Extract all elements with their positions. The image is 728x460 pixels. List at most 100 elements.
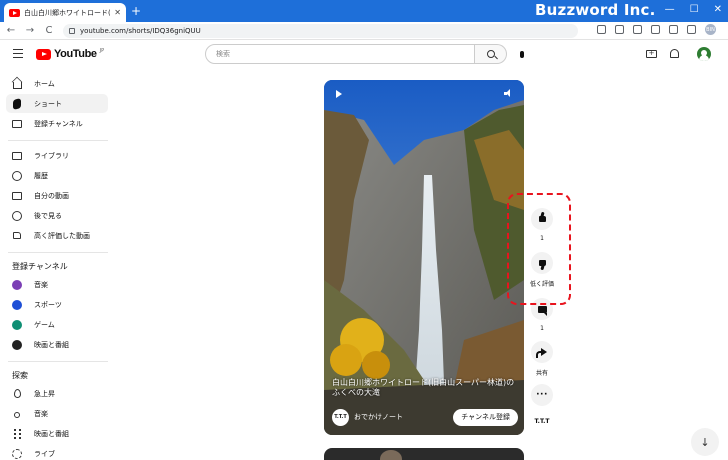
search-icon	[486, 50, 495, 58]
subscriptions-icon	[12, 119, 22, 129]
sidebar-item-shorts[interactable]: ショート	[6, 94, 108, 113]
sidebar-item-music[interactable]: 音楽	[6, 404, 108, 423]
install-icon[interactable]	[597, 25, 606, 34]
watermark: Buzzword Inc.	[535, 1, 656, 19]
sidebar-item-subscriptions[interactable]: 登録チャンネル	[6, 114, 108, 133]
sidebar-item-channel-movies[interactable]: 映画と番組	[6, 335, 108, 354]
bookmark-star-icon[interactable]	[633, 25, 642, 34]
sidebar-item-channel-sports[interactable]: スポーツ	[6, 295, 108, 314]
reload-button[interactable]: C	[41, 25, 57, 36]
browser-profile-avatar[interactable]: BIN	[705, 24, 716, 35]
sidebar-divider	[8, 252, 108, 253]
play-icon[interactable]	[336, 90, 342, 98]
more-action: ···	[531, 384, 553, 406]
sidebar-divider	[8, 140, 108, 141]
live-icon	[12, 448, 22, 459]
search-button[interactable]	[475, 44, 507, 64]
channel-avatar	[12, 319, 22, 330]
youtube-masthead: YouTube JP 検索 +	[0, 40, 728, 70]
share-page-icon[interactable]	[615, 25, 624, 34]
sidebar-item-label: 音楽	[34, 280, 48, 289]
more-options-button[interactable]: ···	[531, 384, 553, 406]
comment-count: 1	[540, 325, 544, 332]
youtube-logo[interactable]: YouTube JP	[36, 48, 104, 60]
notifications-bell-icon[interactable]	[670, 49, 679, 58]
tab-title: 白山白川郷ホワイトロード(旧 白山スーパー林道)	[24, 8, 111, 17]
watch-later-icon	[12, 210, 22, 221]
hamburger-menu-icon[interactable]	[13, 49, 23, 58]
back-button[interactable]: ←	[3, 25, 19, 36]
channel-mini-label[interactable]: T.T.T	[527, 418, 557, 432]
sidebar-item-label: 映画と番組	[34, 340, 69, 349]
microphone-icon	[520, 50, 524, 58]
lock-icon	[69, 27, 75, 34]
side-panel-icon[interactable]	[687, 25, 696, 34]
youtube-favicon-icon	[9, 8, 20, 17]
sidebar-item-library[interactable]: ライブラリ	[6, 146, 108, 165]
sidebar-item-label: スポーツ	[34, 300, 62, 309]
sidebar-item-label: ホーム	[34, 79, 55, 88]
sidebar-item-history[interactable]: 履歴	[6, 166, 108, 185]
comment-icon	[537, 305, 547, 316]
trending-icon	[12, 389, 22, 399]
next-short-button[interactable]: ↓	[691, 428, 719, 456]
new-tab-button[interactable]: +	[131, 4, 141, 18]
voice-search-button[interactable]	[515, 47, 529, 61]
maximize-button[interactable]: ☐	[690, 4, 699, 16]
sidebar-item-watch-later[interactable]: 後で見る	[6, 206, 108, 225]
channel-avatar	[12, 279, 22, 290]
sidebar-item-channel-gaming[interactable]: ゲーム	[6, 315, 108, 334]
channel-avatar[interactable]: T.T.T	[332, 408, 349, 426]
movies-icon	[12, 428, 22, 439]
channel-name[interactable]: おでかけノート	[354, 412, 448, 422]
sidebar-item-label: ゲーム	[34, 320, 55, 329]
sidebar-item-label: 自分の動画	[34, 191, 69, 200]
history-icon	[12, 170, 22, 181]
short-title[interactable]: 白山白川郷ホワイトロード(旧白山スーパー林道)のふくべの大滝	[332, 378, 522, 398]
tab-close-icon[interactable]: ✕	[114, 8, 121, 17]
media-control-icon[interactable]	[669, 25, 678, 34]
highlight-annotation	[507, 193, 571, 305]
sidebar-item-live[interactable]: ライブ	[6, 444, 108, 460]
minimize-button[interactable]: —	[665, 4, 675, 16]
sidebar-item-label: ライブラリ	[34, 151, 69, 160]
account-avatar[interactable]	[697, 47, 711, 61]
subscribe-button[interactable]: チャンネル登録	[453, 408, 518, 426]
share-icon	[536, 348, 547, 358]
sidebar-item-liked-videos[interactable]: 高く評価した動画	[6, 226, 108, 245]
sidebar-item-label: 登録チャンネル	[34, 119, 83, 128]
shorts-video-player[interactable]: 白山白川郷ホワイトロード(旧白山スーパー林道)のふくべの大滝 T.T.T おでか…	[324, 80, 524, 435]
sidebar-item-movies[interactable]: 映画と番組	[6, 424, 108, 443]
short-channel-row: T.T.T おでかけノート チャンネル登録	[332, 407, 518, 427]
library-icon	[12, 151, 22, 161]
channel-avatar	[12, 339, 22, 350]
forward-button[interactable]: →	[22, 25, 38, 36]
sidebar-item-home[interactable]: ホーム	[6, 74, 108, 93]
search-input[interactable]: 検索	[205, 44, 475, 64]
more-dots-icon: ···	[536, 389, 548, 400]
sidebar-item-label: ライブ	[34, 449, 55, 458]
volume-icon[interactable]	[504, 89, 512, 98]
sidebar: ホーム ショート 登録チャンネル ライブラリ 履歴 自分の動画 後で見る 高く評…	[0, 70, 112, 460]
shorts-icon	[12, 97, 22, 110]
share-button[interactable]	[531, 341, 553, 363]
sidebar-item-label: 映画と番組	[34, 429, 69, 438]
sidebar-item-your-videos[interactable]: 自分の動画	[6, 186, 108, 205]
explore-section-title: 探索	[12, 371, 28, 380]
extensions-puzzle-icon[interactable]	[651, 25, 660, 34]
subscriptions-section-title: 登録チャンネル	[12, 262, 68, 271]
sidebar-item-trending[interactable]: 急上昇	[6, 384, 108, 403]
share-action: 共有	[531, 341, 553, 377]
sidebar-item-label: 音楽	[34, 409, 48, 418]
window-controls: — ☐ ✕	[665, 4, 722, 16]
url-input[interactable]: youtube.com/shorts/IDQ36gniQUU	[63, 23, 578, 38]
create-video-icon[interactable]: +	[646, 50, 657, 58]
your-videos-icon	[12, 191, 22, 201]
browser-tab[interactable]: 白山白川郷ホワイトロード(旧 白山スーパー林道) ✕	[4, 3, 126, 22]
next-short-preview[interactable]	[324, 448, 524, 460]
close-window-button[interactable]: ✕	[714, 4, 722, 16]
address-bar: ← → C youtube.com/shorts/IDQ36gniQUU BIN…	[0, 22, 728, 40]
sidebar-item-channel-music[interactable]: 音楽	[6, 275, 108, 294]
home-icon	[12, 79, 22, 89]
channel-avatar	[12, 299, 22, 310]
